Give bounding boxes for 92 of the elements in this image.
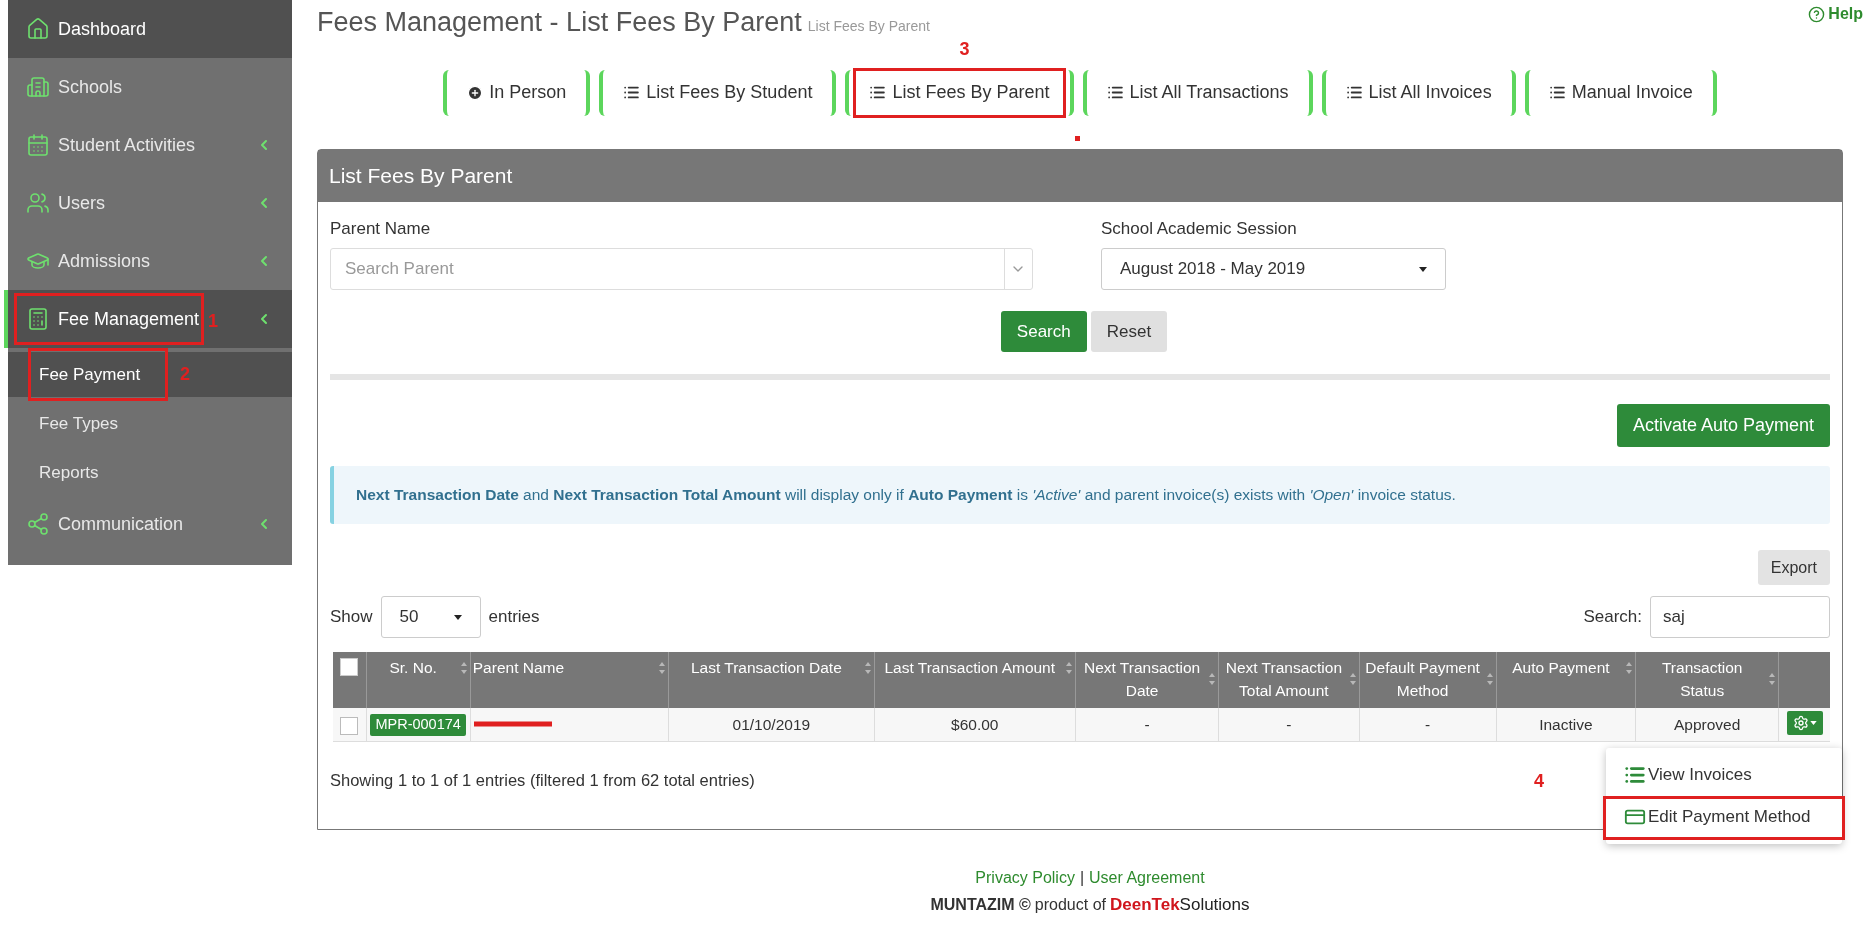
list-icon <box>1106 84 1124 101</box>
list-icon <box>1548 84 1566 101</box>
column-header[interactable]: Next Transaction Total Amount <box>1221 656 1347 703</box>
actions-button[interactable] <box>1786 711 1823 736</box>
table-cell: Approved <box>1674 715 1741 733</box>
header-checkbox[interactable] <box>340 658 359 676</box>
sort-icon <box>658 660 667 675</box>
column-header[interactable]: Sr. No. <box>368 656 458 680</box>
list-icon <box>869 84 887 101</box>
session-select[interactable]: August 2018 - May 2019 <box>1101 248 1446 290</box>
nav-tab[interactable]: In Person <box>443 69 591 116</box>
company-logo: DeenTekSolutions <box>1110 893 1250 916</box>
caret-icon <box>453 614 462 620</box>
info-alert: Next Transaction Date and Next Transaction Total Amount will display only if Auto Payment is 'Active' and parent invoice(s) exists with 'Open' invoice status. <box>330 466 1830 524</box>
footer-separator: | <box>1079 867 1085 888</box>
nav-tab[interactable]: List All Transactions <box>1082 69 1313 116</box>
column-header[interactable]: Last Transaction Amount <box>876 656 1063 680</box>
page-subtitle: List Fees By Parent <box>807 17 930 36</box>
sort-icon <box>1625 660 1634 675</box>
footer-text: product of <box>1034 894 1106 915</box>
sidebar-item[interactable]: Users <box>8 174 292 232</box>
table-summary: Showing 1 to 1 of 1 entries (filtered 1 from 62 total entries) <box>330 769 755 791</box>
activate-auto-payment-button[interactable]: Activate Auto Payment <box>1616 404 1830 447</box>
user-agreement-link[interactable]: User Agreement <box>1089 865 1205 890</box>
calendar-icon <box>26 133 50 157</box>
home-icon <box>26 17 50 41</box>
help-icon <box>1808 5 1826 23</box>
list-icon <box>1624 764 1646 786</box>
annotation-number: 2 <box>180 365 190 383</box>
table-cell: $60.00 <box>951 715 999 733</box>
column-header[interactable]: Next Transaction Date <box>1077 656 1207 703</box>
row-checkbox[interactable] <box>340 716 359 735</box>
table-cell: - <box>1286 715 1292 733</box>
help-link[interactable]: Help <box>1808 2 1863 26</box>
search-label: Search: <box>1583 606 1642 629</box>
nav-tab[interactable]: List All Invoices <box>1321 69 1516 116</box>
column-header[interactable]: Transaction Status <box>1638 656 1767 703</box>
calculator-icon <box>26 307 50 331</box>
column-header[interactable]: Parent Name <box>472 656 657 680</box>
building-icon <box>26 75 50 99</box>
sidebar-item[interactable]: Schools <box>8 58 292 116</box>
export-button[interactable]: Export <box>1757 550 1830 585</box>
sort-icon <box>863 660 872 675</box>
sort-icon <box>1064 660 1073 675</box>
parent-search-select[interactable]: Search Parent <box>330 248 1033 290</box>
table-search-field[interactable]: saj <box>1650 596 1830 638</box>
search-button[interactable]: Search <box>1000 311 1087 352</box>
sort-icon <box>1348 672 1357 687</box>
panel-header: List Fees By Parent <box>318 149 1842 202</box>
share-icon <box>26 512 50 536</box>
brand-name: MUNTAZIM © <box>930 894 1031 915</box>
sidebar-subitem[interactable]: Fee Types <box>8 401 292 446</box>
page-title: Fees Management - List Fees By Parent <box>317 6 802 39</box>
parent-search-field[interactable]: Search Parent <box>345 256 1004 282</box>
annotation-number: 3 <box>959 39 970 58</box>
sidebar-item[interactable]: Communication <box>8 495 292 553</box>
column-header[interactable]: Auto Payment <box>1498 656 1624 680</box>
table-cell: Inactive <box>1539 715 1593 733</box>
nav-tab[interactable]: Manual Invoice <box>1524 69 1717 116</box>
menu-item[interactable]: Edit Payment Method <box>1606 796 1842 838</box>
list-icon <box>1345 84 1363 101</box>
entries-label: entries <box>488 606 540 629</box>
field-label: School Academic Session <box>1101 217 1298 240</box>
sidebar-subitem[interactable]: Reports <box>8 450 292 495</box>
annotation-number: 1 <box>208 312 218 330</box>
nav-tab[interactable]: List Fees By Parent <box>845 69 1074 116</box>
menu-item[interactable]: View Invoices <box>1606 754 1842 796</box>
sort-icon <box>1485 672 1494 687</box>
entries-select[interactable]: 50 <box>380 596 481 638</box>
table-cell: 01/10/2019 <box>732 715 811 733</box>
annotation-number: 4 <box>1534 772 1544 790</box>
column-header[interactable]: Last Transaction Date <box>671 656 862 680</box>
sort-icon <box>459 660 468 675</box>
sidebar-item[interactable]: Admissions <box>8 232 292 290</box>
show-label: Show <box>330 606 373 629</box>
privacy-policy-link[interactable]: Privacy Policy <box>975 865 1075 890</box>
reset-button[interactable]: Reset <box>1090 311 1168 352</box>
caret-icon <box>1809 721 1817 726</box>
sidebar-item[interactable]: Student Activities <box>8 116 292 174</box>
column-header[interactable]: Default Payment Method <box>1361 656 1484 703</box>
list-icon <box>623 84 641 101</box>
nav-tab[interactable]: List Fees By Student <box>599 69 837 116</box>
sidebar-item[interactable]: Dashboard <box>8 0 292 58</box>
id-badge[interactable]: MPR-000174 <box>370 714 466 737</box>
caret-icon <box>1419 266 1427 272</box>
table-cell: - <box>1425 715 1431 733</box>
plus-icon <box>467 84 484 101</box>
table-cell: - <box>1144 715 1150 733</box>
field-label: Parent Name <box>330 217 432 240</box>
sort-icon <box>1208 672 1217 687</box>
users-icon <box>26 191 50 215</box>
gear-icon <box>1792 715 1809 732</box>
